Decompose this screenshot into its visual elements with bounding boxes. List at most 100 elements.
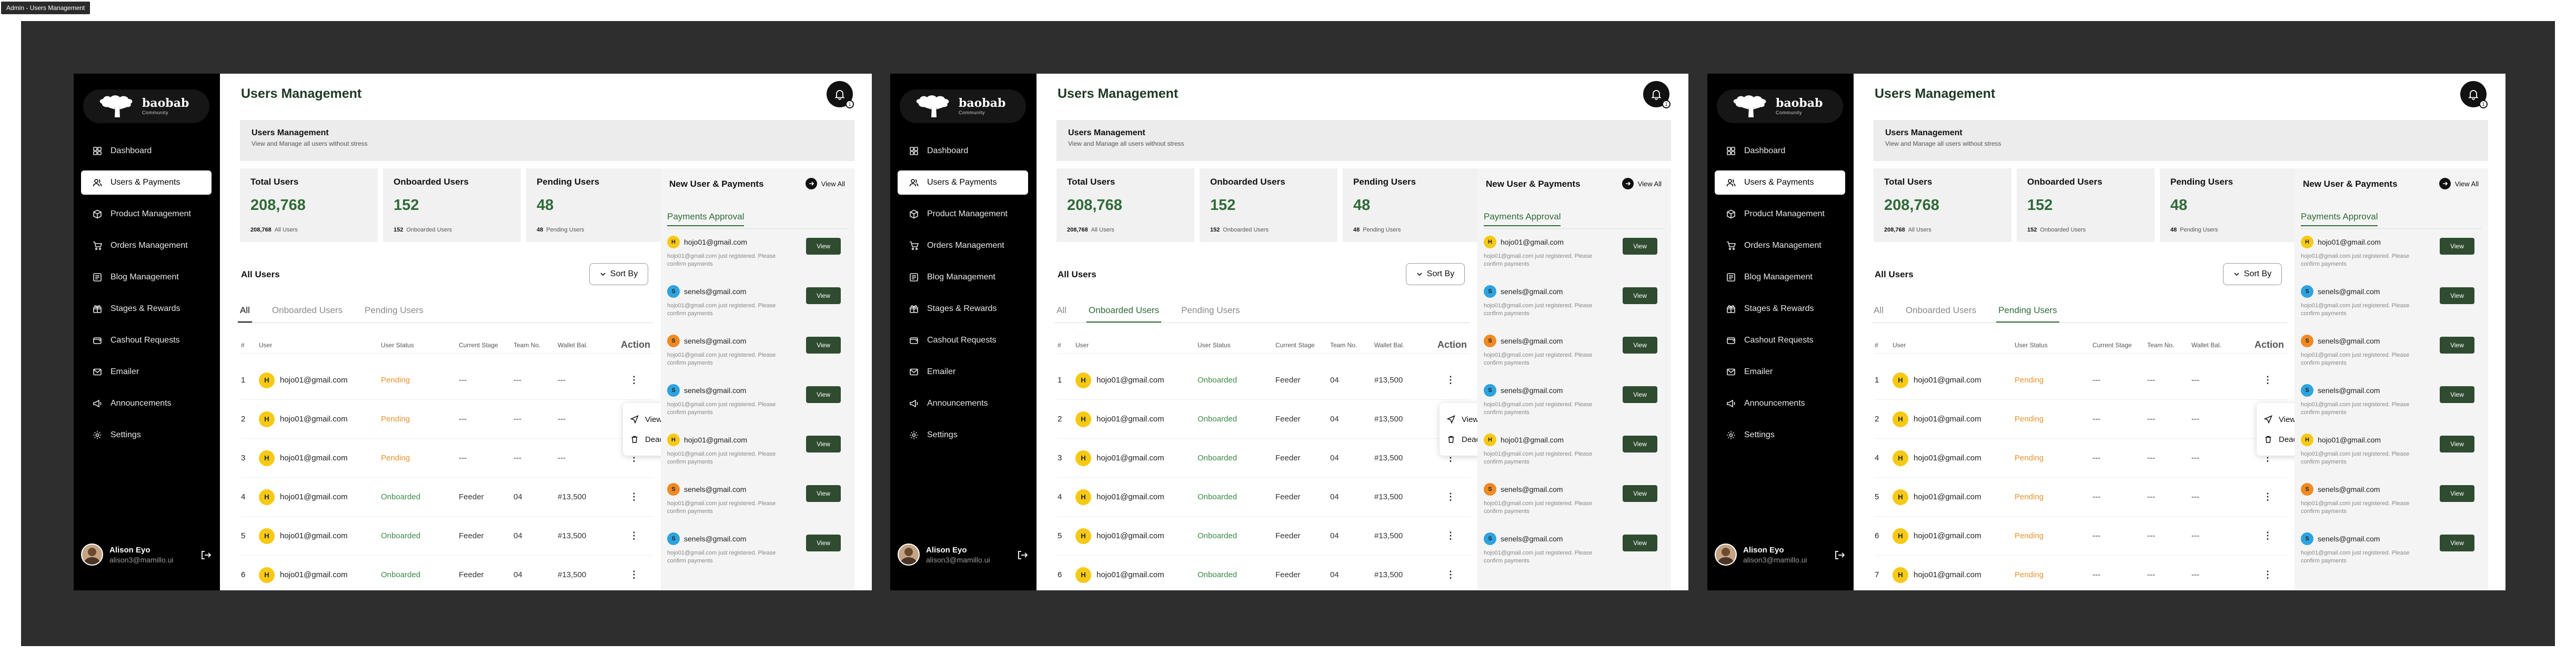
tab-payments-approval[interactable]: Payments Approval bbox=[2301, 212, 2378, 226]
column-header[interactable]: Current Stage bbox=[2092, 341, 2147, 349]
table-row[interactable]: 4 Hhojo01@gmail.com Onboarded Feeder 04 #13,5… bbox=[241, 478, 653, 517]
table-row[interactable]: 7 Hhojo01@gmail.com Pending --- --- --- ⋮ bbox=[1875, 556, 2287, 590]
sidebar-item-announcements[interactable]: Announcements bbox=[898, 391, 1028, 416]
sidebar-item-product-management[interactable]: Product Management bbox=[1715, 202, 1845, 226]
tab-pending-users[interactable]: Pending Users bbox=[1179, 305, 1242, 323]
sidebar-item-blog-management[interactable]: Blog Management bbox=[1715, 265, 1845, 289]
profile-card[interactable]: Alison Eyo alison3@mamillo.ui bbox=[81, 540, 213, 569]
sidebar-item-dashboard[interactable]: Dashboard bbox=[1715, 139, 1845, 163]
profile-card[interactable]: Alison Eyo alison3@mamillo.ui bbox=[1715, 540, 1846, 569]
view-payment-button[interactable]: View bbox=[2440, 485, 2474, 502]
column-header[interactable]: Team No. bbox=[1330, 341, 1374, 349]
row-actions-button[interactable]: ⋮ bbox=[1437, 569, 1464, 580]
tab-onboarded-users[interactable]: Onboarded Users bbox=[270, 305, 345, 323]
sidebar-item-orders-management[interactable]: Orders Management bbox=[81, 234, 212, 258]
sidebar-item-orders-management[interactable]: Orders Management bbox=[1715, 234, 1845, 258]
column-header[interactable]: Action bbox=[2255, 339, 2284, 350]
table-row[interactable]: 1 Hhojo01@gmail.com Pending --- --- --- ⋮ bbox=[1875, 361, 2287, 400]
table-row[interactable]: 2 Hhojo01@gmail.com Onboarded Feeder 04 #13,5… bbox=[1058, 400, 1470, 439]
view-payment-button[interactable]: View bbox=[806, 386, 841, 403]
tab-pending-users[interactable]: Pending Users bbox=[363, 305, 426, 323]
table-row[interactable]: 4 Hhojo01@gmail.com Onboarded Feeder 04 #13,5… bbox=[1058, 478, 1470, 517]
column-header[interactable]: User bbox=[259, 341, 381, 349]
notification-button[interactable]: 1 bbox=[827, 81, 854, 108]
notification-button[interactable]: 1 bbox=[1643, 81, 1671, 108]
table-row[interactable]: 5 Hhojo01@gmail.com Pending --- --- --- ⋮ bbox=[1875, 478, 2287, 517]
column-header[interactable]: Wallet Bal. bbox=[2191, 341, 2255, 349]
sidebar-item-settings[interactable]: Settings bbox=[1715, 423, 1845, 447]
sidebar-item-emailer[interactable]: Emailer bbox=[1715, 360, 1845, 384]
view-payment-button[interactable]: View bbox=[2440, 238, 2474, 255]
sidebar-item-product-management[interactable]: Product Management bbox=[81, 202, 212, 226]
sidebar-item-users-payments[interactable]: Users & Payments bbox=[1715, 170, 1845, 195]
sidebar-item-dashboard[interactable]: Dashboard bbox=[81, 139, 212, 163]
table-row[interactable]: 2Hhojo01@gmail.comPending---------⋮ bbox=[1875, 400, 2287, 439]
row-actions-button[interactable]: ⋮ bbox=[1437, 375, 1464, 386]
view-payment-button[interactable]: View bbox=[806, 337, 841, 354]
tab-pending-users[interactable]: Pending Users bbox=[1996, 305, 2059, 323]
logout-icon[interactable] bbox=[1017, 549, 1028, 561]
sidebar-item-stages-rewards[interactable]: Stages & Rewards bbox=[81, 297, 212, 321]
notification-button[interactable]: 1 bbox=[2460, 81, 2488, 108]
brand-logo[interactable]: baobab Community bbox=[1717, 89, 1843, 123]
column-header[interactable]: Action bbox=[621, 339, 650, 350]
row-actions-button[interactable]: ⋮ bbox=[1437, 491, 1464, 502]
table-row[interactable]: 4 Hhojo01@gmail.com Pending --- --- --- ⋮ bbox=[1875, 439, 2287, 478]
view-payment-button[interactable]: View bbox=[2440, 287, 2474, 304]
column-header[interactable]: User Status bbox=[1198, 341, 1275, 349]
view-payment-button[interactable]: View bbox=[806, 436, 841, 452]
tab-all[interactable]: All bbox=[1871, 305, 1886, 323]
sidebar-item-cashout-requests[interactable]: Cashout Requests bbox=[81, 328, 212, 353]
sidebar-item-stages-rewards[interactable]: Stages & Rewards bbox=[1715, 297, 1845, 321]
view-all-link[interactable]: View All bbox=[805, 178, 845, 189]
logout-icon[interactable] bbox=[200, 549, 212, 561]
sidebar-item-announcements[interactable]: Announcements bbox=[1715, 391, 1845, 416]
view-payment-button[interactable]: View bbox=[806, 238, 841, 255]
column-header[interactable]: Current Stage bbox=[1275, 341, 1330, 349]
table-row[interactable]: 3 Hhojo01@gmail.com Onboarded Feeder 04 #13,5… bbox=[1058, 439, 1470, 478]
column-header[interactable]: # bbox=[241, 341, 259, 349]
view-payment-button[interactable]: View bbox=[806, 485, 841, 502]
table-row[interactable]: 6 Hhojo01@gmail.com Onboarded Feeder 04 #13,5… bbox=[241, 556, 653, 590]
table-row[interactable]: 5 Hhojo01@gmail.com Onboarded Feeder 04 #13,5… bbox=[1058, 517, 1470, 556]
view-payment-button[interactable]: View bbox=[1623, 238, 1657, 255]
sidebar-item-cashout-requests[interactable]: Cashout Requests bbox=[1715, 328, 1845, 353]
view-payment-button[interactable]: View bbox=[1623, 436, 1657, 452]
column-header[interactable]: # bbox=[1058, 341, 1075, 349]
view-payment-button[interactable]: View bbox=[1623, 485, 1657, 502]
column-header[interactable]: Action bbox=[1437, 339, 1467, 350]
tab-all[interactable]: All bbox=[1054, 305, 1069, 323]
tab-onboarded-users[interactable]: Onboarded Users bbox=[1904, 305, 1978, 323]
table-row[interactable]: 2Hhojo01@gmail.comPending---------⋮ bbox=[241, 400, 653, 439]
view-payment-button[interactable]: View bbox=[806, 535, 841, 551]
sidebar-item-settings[interactable]: Settings bbox=[81, 423, 212, 447]
tab-payments-approval[interactable]: Payments Approval bbox=[1484, 212, 1561, 226]
row-actions-button[interactable]: ⋮ bbox=[621, 375, 647, 386]
sidebar-item-users-payments[interactable]: Users & Payments bbox=[898, 170, 1028, 195]
sort-by-button[interactable]: Sort By bbox=[1406, 263, 1465, 285]
sort-by-button[interactable]: Sort By bbox=[2223, 263, 2282, 285]
table-row[interactable]: 5 Hhojo01@gmail.com Onboarded Feeder 04 #13,5… bbox=[241, 517, 653, 556]
row-actions-button[interactable]: ⋮ bbox=[2255, 491, 2281, 502]
sidebar-item-emailer[interactable]: Emailer bbox=[81, 360, 212, 384]
column-header[interactable]: Current Stage bbox=[459, 341, 514, 349]
tab-all[interactable]: All bbox=[238, 305, 252, 323]
sidebar-item-product-management[interactable]: Product Management bbox=[898, 202, 1028, 226]
column-header[interactable]: Wallet Bal. bbox=[558, 341, 621, 349]
sidebar-item-dashboard[interactable]: Dashboard bbox=[898, 139, 1028, 163]
column-header[interactable]: User Status bbox=[381, 341, 459, 349]
view-payment-button[interactable]: View bbox=[2440, 337, 2474, 354]
row-actions-button[interactable]: ⋮ bbox=[1437, 530, 1464, 541]
tab-payments-approval[interactable]: Payments Approval bbox=[667, 212, 744, 226]
brand-logo[interactable]: baobab Community bbox=[900, 89, 1026, 123]
row-actions-button[interactable]: ⋮ bbox=[621, 569, 647, 580]
tab-onboarded-users[interactable]: Onboarded Users bbox=[1086, 305, 1162, 323]
sidebar-item-emailer[interactable]: Emailer bbox=[898, 360, 1028, 384]
column-header[interactable]: # bbox=[1875, 341, 1893, 349]
table-row[interactable]: 6 Hhojo01@gmail.com Pending --- --- --- ⋮ bbox=[1875, 517, 2287, 556]
view-payment-button[interactable]: View bbox=[806, 287, 841, 304]
view-payment-button[interactable]: View bbox=[1623, 386, 1657, 403]
sidebar-item-orders-management[interactable]: Orders Management bbox=[898, 234, 1028, 258]
view-all-link[interactable]: View All bbox=[2439, 178, 2479, 189]
profile-card[interactable]: Alison Eyo alison3@mamillo.ui bbox=[898, 540, 1029, 569]
